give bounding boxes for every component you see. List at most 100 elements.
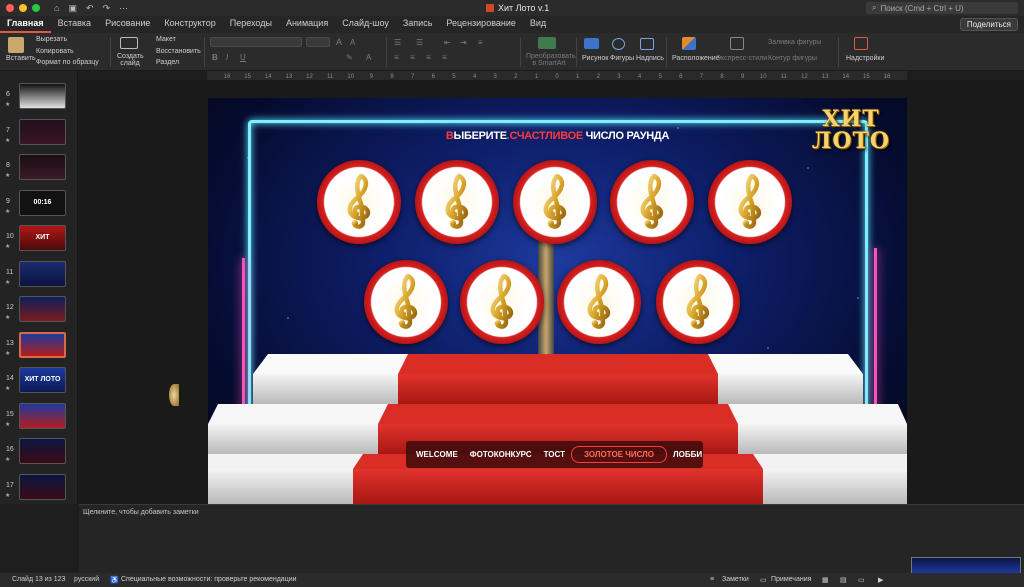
italic-icon[interactable]: I [226, 53, 228, 62]
indent-icon[interactable]: ⇤ [444, 38, 451, 47]
tab-4[interactable]: Переходы [223, 16, 279, 33]
lucky-coin-4[interactable] [610, 160, 694, 244]
lucky-coin-8[interactable] [557, 260, 641, 344]
decrease-font-icon[interactable]: A [350, 38, 355, 47]
notes-pane[interactable]: Щелкните, чтобы добавить заметки [79, 504, 1024, 574]
slide-13[interactable]: ВЫБЕРИТЕ СЧАСТЛИВОЕ ЧИСЛО РАУНДА ХИТ ЛОТ… [208, 98, 907, 504]
addins-button[interactable] [854, 37, 868, 50]
lucky-coin-3[interactable] [513, 160, 597, 244]
home-icon[interactable]: ⌂ [54, 3, 59, 14]
tab-3[interactable]: Конструктор [157, 16, 222, 33]
notes-toggle[interactable]: Заметки [722, 576, 749, 583]
textbox-button[interactable] [640, 38, 654, 50]
menu-item-0[interactable]: WELCOME [410, 446, 464, 463]
layout-button[interactable]: Макет [156, 36, 176, 43]
reset-button[interactable]: Восстановить [156, 48, 201, 55]
search-box[interactable]: ⌕ Поиск (Cmd + Ctrl + U) [866, 2, 1018, 14]
normal-view-icon[interactable]: ▦ [822, 576, 829, 584]
tab-1[interactable]: Вставка [51, 16, 98, 33]
share-button[interactable]: Поделиться [959, 18, 1018, 31]
slide-thumbnail[interactable]: 16 ★ [0, 436, 77, 470]
slide-thumbnail[interactable]: 12 ★ [0, 294, 77, 328]
underline-icon[interactable]: U [240, 53, 246, 62]
tab-9[interactable]: Вид [523, 16, 553, 33]
smartart-button[interactable] [538, 37, 556, 49]
quick-styles-button[interactable] [730, 37, 744, 50]
lucky-coin-2[interactable] [415, 160, 499, 244]
slide-thumbnail[interactable]: 7 ★ [0, 117, 77, 151]
slide-thumbnails-panel[interactable]: 6 ★ 7 ★ 8 ★ 9 ★ 00:16 10 ★ ХИТ 11 ★ 12 ★ 13 ★ 14 ★ ХИТ ЛОТО 1… [0, 71, 78, 504]
thumbnail-image: 00:16 [19, 189, 66, 216]
align-right-icon[interactable]: ≡ [426, 53, 431, 62]
slide-thumbnail[interactable]: 9 ★ 00:16 [0, 188, 77, 222]
slide-sorter-icon[interactable]: ▤ [840, 576, 847, 584]
shape-outline-button[interactable]: Контур фигуры [768, 55, 817, 62]
align-center-icon[interactable]: ≡ [410, 53, 415, 62]
lucky-coin-5[interactable] [708, 160, 792, 244]
redo-icon[interactable]: ↷ [103, 3, 111, 14]
slide-heading[interactable]: ВЫБЕРИТЕ СЧАСТЛИВОЕ ЧИСЛО РАУНДА [208, 130, 907, 142]
slide-thumbnail[interactable]: 13 ★ [0, 330, 77, 364]
accessibility-status[interactable]: Специальные возможности: проверьте реком… [121, 576, 297, 583]
tab-2[interactable]: Рисование [98, 16, 157, 33]
slideshow-icon[interactable]: ▶ [878, 576, 883, 584]
customize-icon[interactable]: ⋯ [119, 3, 128, 14]
slide-thumbnail[interactable]: 17 ★ [0, 472, 77, 505]
align-left-icon[interactable]: ≡ [394, 53, 399, 62]
tab-7[interactable]: Запись [396, 16, 440, 33]
bold-icon[interactable]: B [212, 53, 218, 62]
highlight-icon[interactable]: ✎ [346, 53, 353, 62]
reading-view-icon[interactable]: ▭ [858, 576, 865, 584]
tab-0[interactable]: Главная [0, 16, 51, 33]
tab-6[interactable]: Слайд-шоу [335, 16, 396, 33]
numbering-icon[interactable]: ☰ [416, 38, 423, 47]
hit-loto-logo[interactable]: ХИТ ЛОТО [809, 108, 893, 152]
textbox-icon [640, 38, 654, 50]
cut-button[interactable]: Вырезать [36, 36, 67, 43]
lucky-coin-6[interactable] [364, 260, 448, 344]
thumbnail-number: 14 [6, 375, 14, 382]
menu-item-3[interactable]: ЗОЛОТОЕ ЧИСЛО [570, 446, 668, 463]
close-window-button[interactable] [6, 4, 14, 12]
tab-8[interactable]: Рецензирование [439, 16, 523, 33]
undo-icon[interactable]: ↶ [86, 3, 94, 14]
slide-thumbnail[interactable]: 6 ★ [0, 81, 77, 115]
slide-thumbnail[interactable]: 14 ★ ХИТ ЛОТО [0, 365, 77, 399]
shape-fill-button[interactable]: Заливка фигуры [768, 39, 821, 46]
save-icon[interactable]: ▣ [68, 3, 77, 14]
slide-thumbnail[interactable]: 11 ★ [0, 259, 77, 293]
tab-5[interactable]: Анимация [279, 16, 335, 33]
justify-icon[interactable]: ≡ [442, 53, 447, 62]
line-spacing-icon[interactable]: ≡ [478, 38, 483, 47]
outdent-icon[interactable]: ⇥ [460, 38, 467, 47]
menu-item-4[interactable]: ЛОББИ [667, 446, 708, 463]
paste-button[interactable] [8, 37, 24, 53]
copy-button[interactable]: Копировать [36, 48, 74, 55]
section-button[interactable]: Раздел [156, 59, 179, 66]
font-color-icon[interactable]: A [366, 53, 371, 62]
lucky-coin-1[interactable] [317, 160, 401, 244]
shapes-icon [612, 38, 625, 50]
new-slide-button[interactable] [120, 37, 138, 49]
increase-font-icon[interactable]: A [336, 37, 342, 47]
lucky-coin-9[interactable] [656, 260, 740, 344]
lucky-coin-7[interactable] [460, 260, 544, 344]
arrange-button[interactable] [682, 37, 696, 50]
format-painter-button[interactable]: Формат по образцу [36, 59, 99, 66]
slide-thumbnail[interactable]: 15 ★ [0, 401, 77, 435]
picture-button[interactable] [584, 38, 599, 49]
minimize-window-button[interactable] [19, 4, 27, 12]
shapes-button[interactable] [612, 38, 625, 50]
font-name-select[interactable] [210, 37, 302, 47]
slide-thumbnail[interactable]: 8 ★ [0, 152, 77, 186]
menu-item-2[interactable]: ТОСТ [538, 446, 571, 463]
thumbnail-number: 6 [6, 91, 10, 98]
offslide-object[interactable] [169, 384, 179, 406]
menu-item-1[interactable]: ФОТОКОНКУРС [464, 446, 538, 463]
slide-thumbnail[interactable]: 10 ★ ХИТ [0, 223, 77, 257]
font-size-select[interactable] [306, 37, 330, 47]
zoom-window-button[interactable] [32, 4, 40, 12]
bullets-icon[interactable]: ☰ [394, 38, 401, 47]
language-indicator[interactable]: русский [74, 576, 99, 583]
comments-toggle[interactable]: Примечания [771, 576, 811, 583]
